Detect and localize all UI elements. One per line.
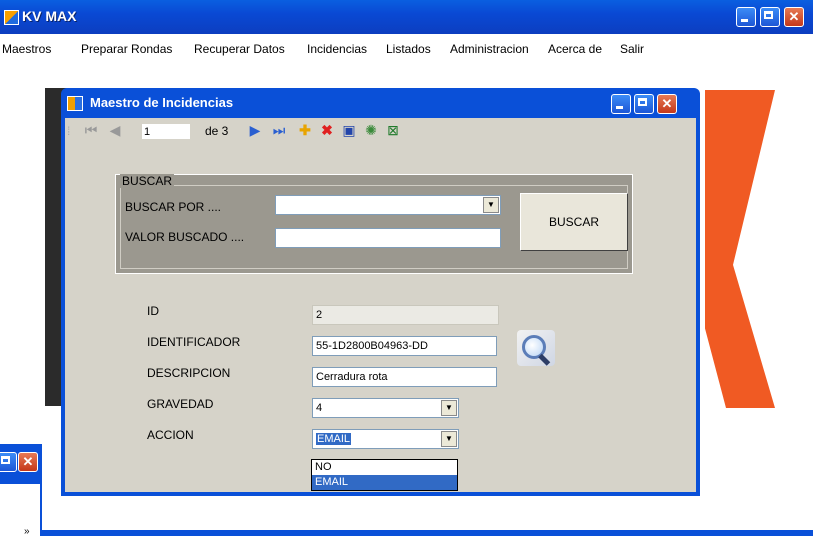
chevron-down-icon[interactable]: ▼ xyxy=(441,431,457,447)
toolbar-grip: ⁞ xyxy=(67,124,71,138)
search-by-label: BUSCAR POR .... xyxy=(125,200,222,214)
close-icon: ✕ xyxy=(22,454,34,469)
minimize-button[interactable] xyxy=(736,7,756,27)
menu-salir[interactable]: Salir xyxy=(620,42,644,56)
main-title-bar: KV MAX ✕ xyxy=(0,0,813,34)
magnifier-handle xyxy=(538,353,551,366)
identifier-field[interactable]: 55-1D2800B04963-DD xyxy=(312,336,497,356)
menu-preparar-rondas[interactable]: Preparar Rondas xyxy=(81,42,172,56)
description-field[interactable]: Cerradura rota xyxy=(312,367,497,387)
save-icon[interactable]: ▣ xyxy=(341,122,357,138)
partial-window: ✕ » xyxy=(0,444,42,537)
severity-select[interactable]: 4 ▼ xyxy=(312,398,459,418)
search-button[interactable]: BUSCAR xyxy=(520,193,628,251)
id-field: 2 xyxy=(312,305,499,325)
partial-close-button[interactable]: ✕ xyxy=(18,452,38,472)
menu-administracion[interactable]: Administracion xyxy=(450,42,529,56)
severity-value: 4 xyxy=(316,402,323,414)
child-close-button[interactable]: ✕ xyxy=(657,94,677,114)
chevron-down-icon[interactable]: ▼ xyxy=(441,400,457,416)
delete-icon[interactable]: ✖ xyxy=(319,122,335,138)
child-title-bar: Maestro de Incidencias ✕ xyxy=(61,88,700,118)
background-logo-orange xyxy=(705,90,775,408)
close-icon: ✕ xyxy=(788,9,800,24)
menu-recuperar-datos[interactable]: Recuperar Datos xyxy=(194,42,285,56)
record-count: de 3 xyxy=(205,124,229,138)
dropdown-option-email[interactable]: EMAIL xyxy=(312,475,457,490)
search-value-input[interactable] xyxy=(275,228,501,248)
menu-acerca-de[interactable]: Acerca de xyxy=(548,42,602,56)
severity-label: GRAVEDAD xyxy=(147,397,214,411)
action-dropdown-list: NO EMAIL xyxy=(311,459,458,491)
minimize-icon xyxy=(741,19,748,22)
refresh-icon[interactable]: ✺ xyxy=(363,122,379,138)
app-icon xyxy=(4,10,19,25)
navigator-toolbar: ⁞ ⏮ ◀ 1 de 3 ▶ ⏭ ✚ ✖ ▣ ✺ ⊠ xyxy=(65,118,696,145)
excel-icon[interactable]: ⊠ xyxy=(385,122,401,138)
minimize-icon xyxy=(616,106,623,109)
form-body: ⁞ ⏮ ◀ 1 de 3 ▶ ⏭ ✚ ✖ ▣ ✺ ⊠ BUSCAR BUSCAR… xyxy=(65,118,696,492)
search-value-label: VALOR BUSCADO .... xyxy=(125,230,245,244)
search-group-legend: BUSCAR xyxy=(120,174,175,188)
more-icon[interactable]: » xyxy=(24,526,30,537)
maximize-button[interactable] xyxy=(760,7,780,27)
form-icon xyxy=(67,96,83,111)
chevron-down-icon[interactable]: ▼ xyxy=(483,197,499,213)
id-label: ID xyxy=(147,304,159,318)
incidencias-window: Maestro de Incidencias ✕ ⁞ ⏮ ◀ 1 de 3 ▶ … xyxy=(61,88,700,496)
partial-maximize-button[interactable] xyxy=(0,452,17,472)
action-select[interactable]: EMAIL ▼ xyxy=(312,429,459,449)
maximize-icon xyxy=(638,98,647,106)
maximize-icon xyxy=(1,456,10,464)
menu-maestros[interactable]: Maestros xyxy=(2,42,51,56)
action-value: EMAIL xyxy=(316,433,352,445)
action-label: ACCION xyxy=(147,428,194,442)
child-maximize-button[interactable] xyxy=(634,94,654,114)
child-window-title: Maestro de Incidencias xyxy=(90,95,234,110)
desktop-bottom-bar xyxy=(40,530,813,536)
first-icon[interactable]: ⏮ xyxy=(83,122,99,138)
close-button[interactable]: ✕ xyxy=(784,7,804,27)
dropdown-option-no[interactable]: NO xyxy=(312,460,457,475)
search-icon[interactable] xyxy=(517,330,555,366)
partial-window-title-bar: ✕ xyxy=(0,444,40,484)
position-input[interactable]: 1 xyxy=(141,123,191,140)
add-icon[interactable]: ✚ xyxy=(297,122,313,138)
prev-icon[interactable]: ◀ xyxy=(107,122,123,138)
close-icon: ✕ xyxy=(661,96,673,111)
search-by-select[interactable]: ▼ xyxy=(275,195,501,215)
maximize-icon xyxy=(764,11,773,19)
description-label: DESCRIPCION xyxy=(147,366,231,380)
next-icon[interactable]: ▶ xyxy=(247,122,263,138)
menu-listados[interactable]: Listados xyxy=(386,42,431,56)
child-minimize-button[interactable] xyxy=(611,94,631,114)
main-window-title: KV MAX xyxy=(22,8,77,24)
identifier-label: IDENTIFICADOR xyxy=(147,335,241,349)
menu-bar: Maestros Preparar Rondas Recuperar Datos… xyxy=(0,34,813,58)
last-icon[interactable]: ⏭ xyxy=(271,122,287,138)
menu-incidencias[interactable]: Incidencias xyxy=(307,42,367,56)
